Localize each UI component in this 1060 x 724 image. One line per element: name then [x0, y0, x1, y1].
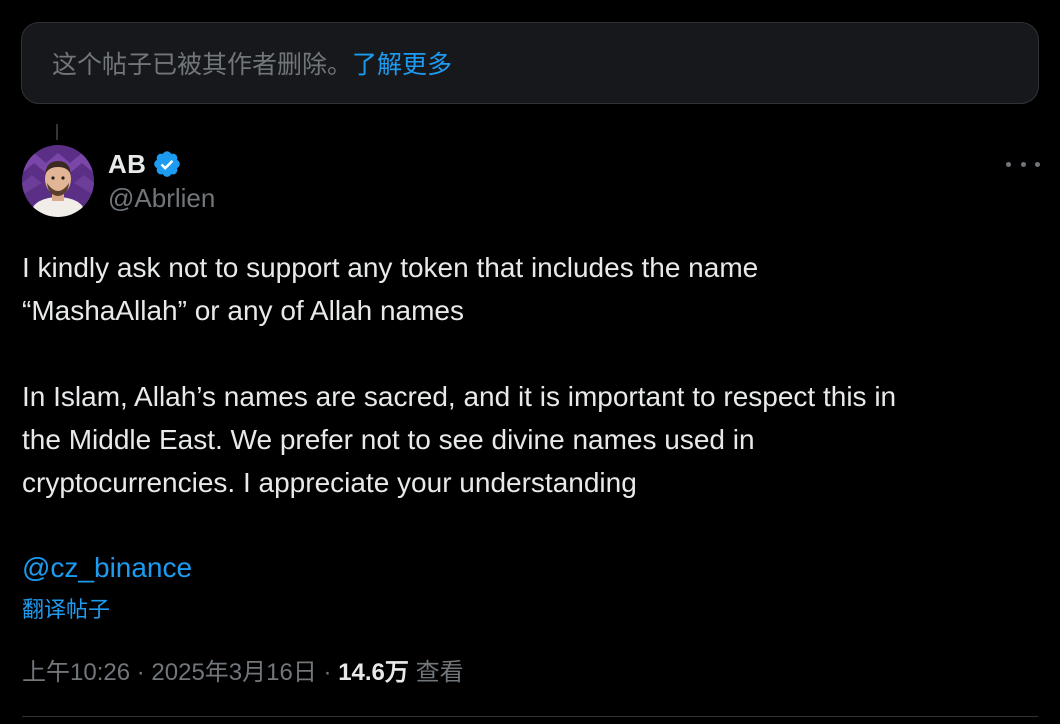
author-display-name[interactable]: AB	[108, 149, 146, 180]
deleted-post-message: 这个帖子已被其作者删除。	[52, 51, 353, 79]
learn-more-link[interactable]: 了解更多	[352, 45, 452, 81]
avatar-image	[22, 145, 94, 217]
more-options-icon[interactable]	[1006, 152, 1040, 176]
tweet-text-line: I kindly ask not to support any token th…	[22, 252, 759, 283]
translate-post-link[interactable]: 翻译帖子	[22, 594, 110, 626]
tweet-text-line: “MashaAllah” or any of Allah names	[22, 295, 464, 326]
post-metadata: 上午10:26 · 2025年3月16日 · 14.6万 查看	[22, 655, 464, 691]
divider	[22, 716, 1038, 717]
author-handle[interactable]: @Abrlien	[108, 183, 215, 214]
thread-connector-line	[56, 124, 58, 140]
tweet-text-line: In Islam, Allah’s names are sacred, and …	[22, 381, 897, 412]
post-time[interactable]: 上午10:26	[22, 659, 130, 686]
meta-separator: ·	[136, 659, 145, 686]
deleted-post-banner: 这个帖子已被其作者删除。 了解更多	[21, 22, 1039, 104]
views-label: 查看	[415, 659, 464, 686]
views-count: 14.6万	[338, 659, 409, 686]
tweet-text-line: the Middle East. We prefer not to see di…	[22, 424, 755, 455]
tweet-text: I kindly ask not to support any token th…	[22, 246, 1032, 504]
post-date[interactable]: 2025年3月16日	[151, 659, 316, 686]
tweet-text-line: cryptocurrencies. I appreciate your unde…	[22, 467, 637, 498]
verified-badge-icon[interactable]	[152, 149, 182, 179]
mention-link[interactable]: @cz_binance	[22, 546, 192, 589]
avatar[interactable]	[22, 145, 94, 217]
author-name-row[interactable]: AB	[108, 146, 182, 182]
meta-separator: ·	[323, 659, 332, 686]
